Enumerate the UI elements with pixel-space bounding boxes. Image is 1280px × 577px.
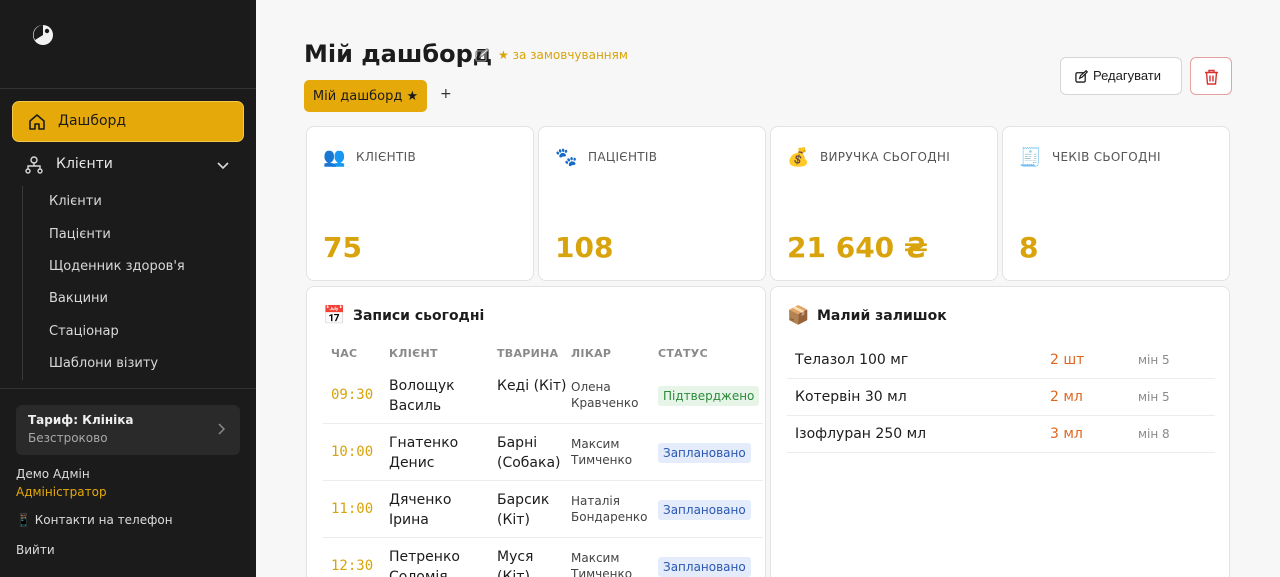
stat-label: ВИРУЧКА СЬОГОДНІ — [820, 150, 951, 164]
stock-min: мін 8 — [1138, 427, 1170, 441]
sidebar-item-label: Дашборд — [58, 113, 127, 129]
sidebar-item-health-diary[interactable]: Щоденник здоров'я — [49, 259, 185, 274]
stat-card-clients: 👥 КЛІЄНТІВ 75 — [306, 126, 534, 281]
column-header-time: ЧАС — [331, 347, 358, 360]
stat-label: КЛІЄНТІВ — [356, 150, 416, 164]
list-item[interactable]: Телазол 100 мг 2 шт мін 5 — [787, 342, 1215, 379]
table-row[interactable]: 12:30 Петренко Соломія Муся (Кіт) Максим… — [323, 538, 763, 577]
low-stock-panel: 📦 Малий залишок Телазол 100 мг 2 шт мін … — [770, 286, 1230, 577]
appointment-time: 09:30 — [331, 387, 374, 403]
sidebar-item-hospital[interactable]: Стаціонар — [49, 324, 119, 339]
user-name: Демо Адмін — [16, 467, 90, 481]
plan-card[interactable]: Тариф: Клініка Безстроково — [16, 405, 240, 455]
submenu-line — [22, 186, 23, 380]
list-item[interactable]: Котервін 30 мл 2 мл мін 5 — [787, 379, 1215, 416]
status-badge: Заплановано — [658, 443, 751, 463]
status-badge: Підтверджено — [658, 386, 760, 406]
sidebar-group-clients[interactable]: Клієнти — [12, 150, 244, 180]
delete-button[interactable] — [1190, 57, 1232, 95]
appointment-pet: Барсик (Кіт) — [497, 492, 550, 528]
sidebar-item-clients[interactable]: Клієнти — [49, 194, 102, 209]
stock-name: Ізофлуран 250 мл — [795, 426, 927, 442]
trash-icon — [1205, 69, 1218, 85]
sidebar-divider — [0, 388, 256, 389]
stat-value: 8 — [1019, 231, 1039, 264]
column-header-pet: ТВАРИНА — [497, 347, 559, 360]
appointment-time: 12:30 — [331, 558, 374, 574]
sidebar-item-patients[interactable]: Пацієнти — [49, 227, 111, 242]
stock-min: мін 5 — [1138, 390, 1170, 404]
panel-title: Малий залишок — [817, 308, 947, 324]
status-badge: Заплановано — [658, 500, 751, 520]
logout-link[interactable]: Вийти — [16, 543, 55, 557]
column-header-doctor: ЛІКАР — [571, 347, 612, 360]
stock-min: мін 5 — [1138, 353, 1170, 367]
table-row[interactable]: 11:00 Дяченко Ірина Барсик (Кіт) Наталія… — [323, 481, 763, 538]
appointment-client: Дяченко Ірина — [389, 492, 452, 528]
chevron-down-icon[interactable] — [215, 157, 231, 173]
appointment-doctor: Олена Кравченко — [571, 380, 639, 410]
logo-icon[interactable] — [30, 22, 56, 48]
stat-card-patients: 🐾 ПАЦІЄНТІВ 108 — [538, 126, 766, 281]
appointments-panel: 📅 Записи сьогодні ЧАС КЛІЄНТ ТВАРИНА ЛІК… — [306, 286, 766, 577]
list-item[interactable]: Ізофлуран 250 мл 3 мл мін 8 — [787, 416, 1215, 453]
appointment-doctor: Наталія Бондаренко — [571, 494, 648, 524]
column-header-client: КЛІЄНТ — [389, 347, 438, 360]
appointment-client: Гнатенко Денис — [389, 435, 459, 471]
receipt-icon: 🧾 — [1019, 147, 1042, 168]
user-role: Адміністратор — [16, 485, 107, 499]
default-badge: ★ за замовчуванням — [498, 48, 628, 62]
add-tab-button[interactable]: + — [440, 86, 452, 102]
page-title: Мій дашборд — [304, 40, 493, 68]
stat-card-revenue: 💰 ВИРУЧКА СЬОГОДНІ 21 640 ₴ — [770, 126, 998, 281]
appointment-doctor: Максим Тимченко — [571, 437, 633, 467]
appointment-pet: Кеді (Кіт) — [497, 378, 567, 394]
stat-card-receipts: 🧾 ЧЕКІВ СЬОГОДНІ 8 — [1002, 126, 1230, 281]
sidebar-item-vaccines[interactable]: Вакцини — [49, 291, 108, 306]
home-icon — [29, 114, 45, 130]
sidebar-divider — [0, 88, 256, 89]
stock-name: Телазол 100 мг — [795, 352, 909, 368]
table-row[interactable]: 09:30 Волощук Василь Кеді (Кіт) Олена Кр… — [323, 367, 763, 424]
stat-label: ЧЕКІВ СЬОГОДНІ — [1052, 150, 1161, 164]
chevron-right-icon — [218, 423, 226, 435]
tab-my-dashboard[interactable]: Мій дашборд ★ — [304, 80, 427, 112]
stock-qty: 2 шт — [1050, 352, 1085, 368]
column-header-status: СТАТУС — [658, 347, 708, 360]
appointment-time: 10:00 — [331, 444, 374, 460]
stat-value: 75 — [323, 231, 362, 264]
plan-subtitle: Безстроково — [28, 431, 108, 445]
sidebar-item-dashboard[interactable]: Дашборд — [12, 101, 244, 142]
sidebar-group-label: Клієнти — [56, 156, 113, 172]
table-row[interactable]: 10:00 Гнатенко Денис Барні (Собака) Макс… — [323, 424, 763, 481]
appointment-pet: Барні (Собака) — [497, 435, 561, 471]
stat-value: 21 640 ₴ — [787, 231, 928, 264]
package-icon: 📦 — [787, 305, 810, 326]
stat-value: 108 — [555, 231, 614, 264]
sidebar-item-visit-templates[interactable]: Шаблони візиту — [49, 356, 158, 371]
appointment-time: 11:00 — [331, 501, 374, 517]
panel-title: Записи сьогодні — [353, 308, 485, 324]
appointment-client: Петренко Соломія — [389, 549, 460, 577]
contacts-link[interactable]: 📱 Контакти на телефон — [16, 513, 173, 527]
money-bag-icon: 💰 — [787, 147, 810, 168]
status-badge: Заплановано — [658, 557, 751, 577]
stock-name: Котервін 30 мл — [795, 389, 907, 405]
stock-qty: 2 мл — [1050, 389, 1083, 405]
edit-title-icon[interactable] — [475, 48, 489, 62]
plan-title: Тариф: Клініка — [28, 413, 134, 427]
stock-qty: 3 мл — [1050, 426, 1083, 442]
sidebar: Дашборд Клієнти Клієнти Пацієнти Щоденни… — [0, 0, 256, 577]
edit-icon — [1075, 70, 1088, 83]
users-icon — [25, 156, 43, 174]
appointment-pet: Муся (Кіт) — [497, 549, 534, 577]
users-icon: 👥 — [323, 147, 346, 168]
paw-icon: 🐾 — [555, 147, 578, 168]
edit-button-label: Редагувати — [1093, 68, 1162, 83]
edit-button[interactable]: Редагувати — [1060, 57, 1182, 95]
calendar-icon: 📅 — [323, 305, 346, 326]
appointment-client: Волощук Василь — [389, 378, 455, 414]
appointment-doctor: Максим Тимченко — [571, 551, 633, 577]
stat-label: ПАЦІЄНТІВ — [588, 150, 658, 164]
